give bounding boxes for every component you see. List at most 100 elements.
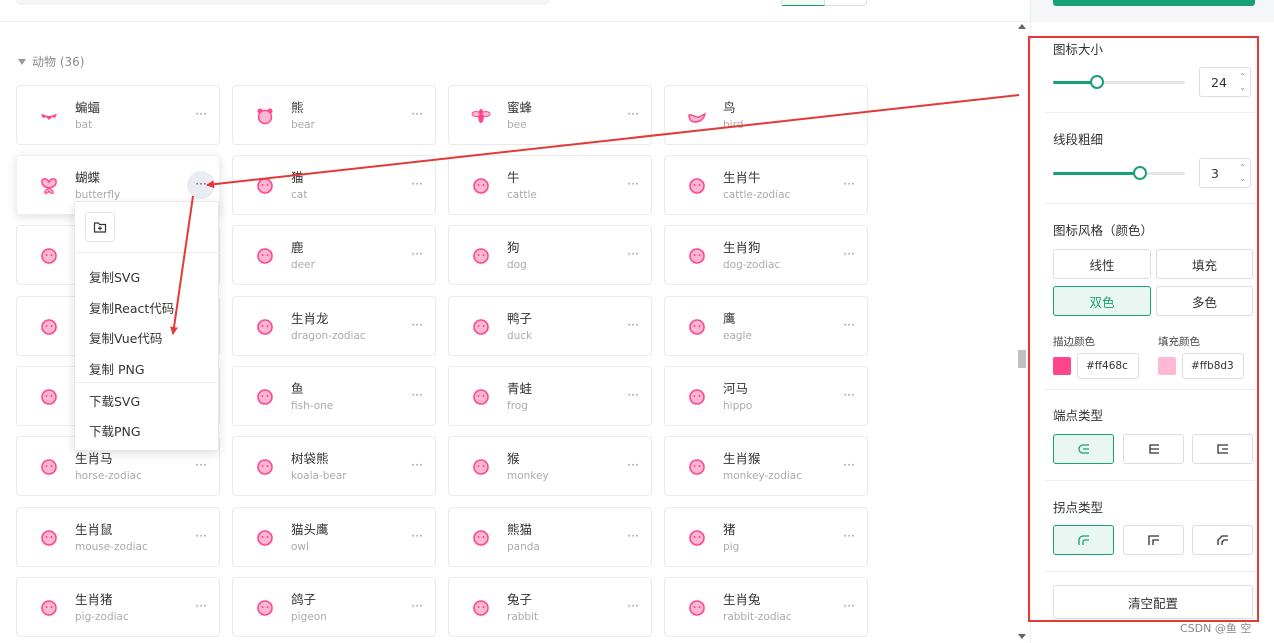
more-icon[interactable]: ··· bbox=[403, 241, 431, 269]
linecap-butt-button[interactable] bbox=[1123, 434, 1184, 464]
more-icon[interactable]: ··· bbox=[619, 171, 647, 199]
icon-card-bee[interactable]: 蜜蜂 bee ··· bbox=[448, 85, 652, 145]
icon-card-bat[interactable]: 蝙蝠 bat ··· bbox=[16, 85, 220, 145]
menu-item-copy-vue[interactable]: 复制Vue代码 bbox=[89, 328, 162, 347]
more-icon[interactable]: ··· bbox=[835, 241, 863, 269]
icon-card-hippo[interactable]: 河马 hippo ··· bbox=[664, 366, 868, 426]
linejoin-miter-button[interactable] bbox=[1123, 525, 1184, 555]
more-icon[interactable]: ··· bbox=[187, 171, 215, 199]
scroll-thumb[interactable] bbox=[1018, 350, 1026, 368]
more-icon[interactable]: ··· bbox=[403, 523, 431, 551]
more-icon[interactable]: ··· bbox=[835, 593, 863, 621]
icon-card-rabbit-zodiac[interactable]: 生肖兔 rabbit-zodiac ··· bbox=[664, 577, 868, 637]
size-input[interactable]: 24 ⌃ ⌄ bbox=[1199, 67, 1251, 97]
icon-card-bear[interactable]: 熊 bear ··· bbox=[232, 85, 436, 145]
icon-card-fish-one[interactable]: 鱼 fish-one ··· bbox=[232, 366, 436, 426]
linecap-square-button[interactable] bbox=[1192, 434, 1253, 464]
more-icon[interactable]: ··· bbox=[187, 593, 215, 621]
menu-item-copy-react[interactable]: 复制React代码 bbox=[89, 298, 174, 317]
linejoin-round-button[interactable] bbox=[1053, 525, 1114, 555]
scroll-up-icon[interactable] bbox=[1018, 24, 1026, 29]
icon-card-pig-zodiac[interactable]: 生肖猪 pig-zodiac ··· bbox=[16, 577, 220, 637]
scroll-down-icon[interactable] bbox=[1018, 634, 1026, 639]
style-two-tone-button[interactable]: 双色 bbox=[1053, 286, 1151, 316]
more-icon[interactable]: ··· bbox=[403, 101, 431, 129]
icon-card-deer[interactable]: 鹿 deer ··· bbox=[232, 225, 436, 285]
icon-card-dog-zodiac[interactable]: 生肖狗 dog-zodiac ··· bbox=[664, 225, 868, 285]
style-outline-button[interactable]: 线性 bbox=[1053, 249, 1151, 279]
horse-zodiac-icon bbox=[39, 457, 59, 477]
icon-card-frog[interactable]: 青蛙 frog ··· bbox=[448, 366, 652, 426]
fill-color-swatch[interactable] bbox=[1158, 357, 1176, 375]
more-icon[interactable]: ··· bbox=[835, 452, 863, 480]
search-input[interactable] bbox=[16, 0, 550, 5]
icon-card-panda[interactable]: 熊猫 panda ··· bbox=[448, 507, 652, 567]
icon-card-owl[interactable]: 猫头鹰 owl ··· bbox=[232, 507, 436, 567]
icon-card-mouse-zodiac[interactable]: 生肖鼠 mouse-zodiac ··· bbox=[16, 507, 220, 567]
view-toggle-active[interactable] bbox=[782, 0, 825, 6]
fill-color-input[interactable]: #ffb8d3 bbox=[1182, 353, 1244, 379]
scrollbar[interactable] bbox=[1016, 22, 1028, 643]
more-icon[interactable]: ··· bbox=[619, 523, 647, 551]
icon-card-cat[interactable]: 猫 cat ··· bbox=[232, 155, 436, 215]
icon-card-rabbit[interactable]: 兔子 rabbit ··· bbox=[448, 577, 652, 637]
view-toggle[interactable] bbox=[781, 0, 867, 6]
linejoin-bevel-button[interactable] bbox=[1192, 525, 1253, 555]
icon-card-bird[interactable]: 鸟 bird ··· bbox=[664, 85, 868, 145]
more-icon[interactable]: ··· bbox=[403, 382, 431, 410]
stroke-slider[interactable] bbox=[1053, 166, 1185, 180]
eagle-icon bbox=[687, 317, 707, 337]
icon-card-monkey-zodiac[interactable]: 生肖猴 monkey-zodiac ··· bbox=[664, 436, 868, 496]
icon-card-dog[interactable]: 狗 dog ··· bbox=[448, 225, 652, 285]
icon-card-eagle[interactable]: 鹰 eagle ··· bbox=[664, 296, 868, 356]
menu-item-download-png[interactable]: 下载PNG bbox=[89, 421, 141, 440]
icon-name-en: owl bbox=[291, 541, 309, 553]
more-icon[interactable]: ··· bbox=[835, 523, 863, 551]
size-slider-handle[interactable] bbox=[1089, 75, 1104, 89]
more-icon[interactable]: ··· bbox=[619, 241, 647, 269]
more-icon[interactable]: ··· bbox=[403, 171, 431, 199]
more-icon[interactable]: ··· bbox=[403, 312, 431, 340]
clear-config-button[interactable]: 清空配置 bbox=[1053, 585, 1253, 619]
duck-icon bbox=[471, 317, 491, 337]
primary-button[interactable] bbox=[1053, 0, 1255, 6]
icon-card-cattle-zodiac[interactable]: 生肖牛 cattle-zodiac ··· bbox=[664, 155, 868, 215]
more-icon[interactable]: ··· bbox=[835, 382, 863, 410]
menu-item-copy-png[interactable]: 复制 PNG bbox=[89, 359, 145, 378]
style-multi-color-button[interactable]: 多色 bbox=[1156, 286, 1253, 316]
linecap-round-button[interactable] bbox=[1053, 434, 1114, 464]
menu-item-copy-svg[interactable]: 复制SVG bbox=[89, 267, 140, 286]
stroke-input[interactable]: 3 ⌃ ⌄ bbox=[1199, 158, 1251, 188]
more-icon[interactable]: ··· bbox=[835, 101, 863, 129]
more-icon[interactable]: ··· bbox=[619, 101, 647, 129]
stepper-icon[interactable]: ⌃ ⌄ bbox=[1239, 71, 1246, 93]
icon-card-pig[interactable]: 猪 pig ··· bbox=[664, 507, 868, 567]
icon-card-cattle[interactable]: 牛 cattle ··· bbox=[448, 155, 652, 215]
style-filled-button[interactable]: 填充 bbox=[1156, 249, 1253, 279]
stroke-color-swatch[interactable] bbox=[1053, 357, 1071, 375]
more-icon[interactable]: ··· bbox=[619, 452, 647, 480]
more-icon[interactable]: ··· bbox=[619, 312, 647, 340]
more-icon[interactable]: ··· bbox=[619, 593, 647, 621]
more-icon[interactable]: ··· bbox=[835, 312, 863, 340]
stroke-slider-handle[interactable] bbox=[1133, 166, 1148, 180]
icon-name-zh: 鹿 bbox=[291, 240, 304, 255]
icon-card-dragon-zodiac[interactable]: 生肖龙 dragon-zodiac ··· bbox=[232, 296, 436, 356]
icon-card-pigeon[interactable]: 鸽子 pigeon ··· bbox=[232, 577, 436, 637]
more-icon[interactable]: ··· bbox=[403, 452, 431, 480]
more-icon[interactable]: ··· bbox=[403, 593, 431, 621]
menu-item-download-svg[interactable]: 下载SVG bbox=[89, 391, 140, 410]
stroke-color-input[interactable]: #ff468c bbox=[1077, 353, 1139, 379]
category-header[interactable]: 动物 (36) bbox=[18, 53, 84, 70]
icon-card-monkey[interactable]: 猴 monkey ··· bbox=[448, 436, 652, 496]
icon-card-duck[interactable]: 鸭子 duck ··· bbox=[448, 296, 652, 356]
more-icon[interactable]: ··· bbox=[187, 101, 215, 129]
more-icon[interactable]: ··· bbox=[187, 523, 215, 551]
more-icon[interactable]: ··· bbox=[187, 452, 215, 480]
icon-card-koala-bear[interactable]: 树袋熊 koala-bear ··· bbox=[232, 436, 436, 496]
add-to-project-button[interactable] bbox=[85, 212, 115, 242]
stepper-icon[interactable]: ⌃ ⌄ bbox=[1239, 162, 1246, 184]
more-icon[interactable]: ··· bbox=[835, 171, 863, 199]
more-icon[interactable]: ··· bbox=[619, 382, 647, 410]
size-slider[interactable] bbox=[1053, 75, 1185, 89]
